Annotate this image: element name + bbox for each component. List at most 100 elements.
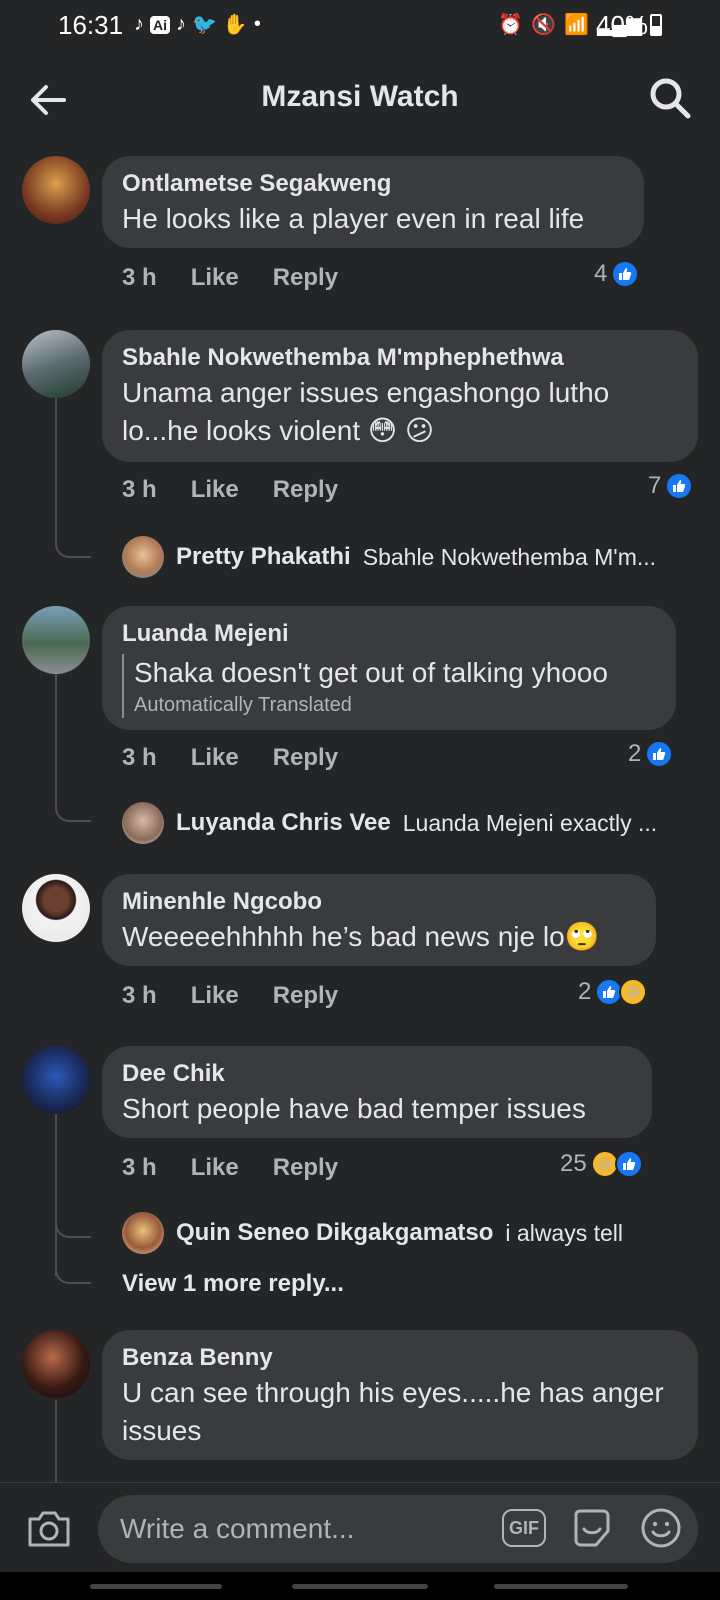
reply-text: Sbahle Nokwethemba M'm... — [362, 543, 657, 570]
comment-bubble[interactable]: Luanda Mejeni Shaka doesn't get out of t… — [102, 606, 676, 730]
more-dot-icon: • — [253, 13, 261, 35]
comment-time[interactable]: 3 h — [122, 476, 157, 504]
reactions-summary[interactable]: 25 😆 — [560, 1150, 643, 1178]
comment-text: U can see through his eyes.....he has an… — [122, 1377, 664, 1446]
avatar[interactable] — [22, 156, 90, 224]
haha-reaction-icon: 😆 — [619, 978, 648, 1006]
reply-avatar — [122, 536, 164, 578]
nav-home-button[interactable] — [292, 1584, 428, 1589]
like-reaction-icon — [665, 472, 694, 500]
comment-author[interactable]: Ontlametse Segakweng — [122, 170, 624, 198]
like-reaction-icon — [645, 740, 674, 768]
comment-author[interactable]: Minenhle Ngcobo — [122, 888, 636, 916]
translated-block: Shaka doesn't get out of talking yhooo A… — [122, 654, 656, 718]
reply-preview[interactable]: Pretty Phakathi Sbahle Nokwethemba M'm..… — [122, 536, 656, 578]
comment-time[interactable]: 3 h — [122, 1154, 157, 1182]
thread-elbow — [55, 794, 91, 822]
translated-label[interactable]: Automatically Translated — [134, 692, 656, 718]
like-button[interactable]: Like — [191, 264, 239, 292]
reactions-summary[interactable]: 7 — [648, 472, 694, 500]
like-reaction-icon — [611, 260, 640, 288]
reply-text: i always tell — [505, 1219, 624, 1246]
search-icon[interactable] — [648, 76, 692, 120]
comment-actions: 3 h Like Reply — [122, 1154, 338, 1182]
mute-icon: 🔇 — [531, 14, 557, 36]
comment-bubble[interactable]: Benza Benny U can see through his eyes..… — [102, 1330, 698, 1460]
thread-elbow — [55, 530, 91, 558]
like-button[interactable]: Like — [191, 1154, 239, 1182]
reply-preview[interactable]: Quin Seneo Dikgakgamatso i always tell — [122, 1212, 623, 1254]
like-button[interactable]: Like — [191, 744, 239, 772]
reply-button[interactable]: Reply — [273, 264, 338, 292]
reply-author: Quin Seneo Dikgakgamatso — [176, 1219, 494, 1246]
reply-button[interactable]: Reply — [273, 744, 338, 772]
reply-avatar — [122, 802, 164, 844]
status-bar: 16:31 ♪ Ai ♪ 🐦 ✋ • ⏰ 🔇 📶 ▂▄▆ 40% — [0, 0, 720, 52]
comment-actions: 3 h Like Reply — [122, 476, 338, 504]
reply-text: Luanda Mejeni exactly ... — [402, 809, 658, 836]
comment-author[interactable]: Dee Chik — [122, 1060, 632, 1088]
battery-icon — [650, 14, 662, 36]
reply-button[interactable]: Reply — [273, 476, 338, 504]
comment-bubble[interactable]: Sbahle Nokwethemba M'mphephethwa Unama a… — [102, 330, 698, 462]
reactions-summary[interactable]: 2 😆 — [578, 978, 648, 1006]
reply-author: Pretty Phakathi — [176, 543, 351, 570]
comment-text: Shaka doesn't get out of talking yhooo — [134, 657, 608, 688]
reply-preview[interactable]: Luyanda Chris Vee Luanda Mejeni exactly … — [122, 802, 657, 844]
nav-back-button[interactable] — [494, 1584, 628, 1589]
reply-button[interactable]: Reply — [273, 982, 338, 1010]
comment-text: Weeeeehhhhh he’s bad news nje lo🙄 — [122, 921, 600, 952]
thread-elbow — [55, 1256, 91, 1284]
comment-bubble[interactable]: Minenhle Ngcobo Weeeeehhhhh he’s bad new… — [102, 874, 656, 966]
comment-text: Short people have bad temper issues — [122, 1093, 586, 1124]
top-app-bar: Mzansi Watch — [0, 52, 720, 144]
comment-time[interactable]: 3 h — [122, 744, 157, 772]
sticker-icon[interactable] — [570, 1507, 614, 1549]
comment-bubble[interactable]: Dee Chik Short people have bad temper is… — [102, 1046, 652, 1138]
comment-bubble[interactable]: Ontlametse Segakweng He looks like a pla… — [102, 156, 644, 248]
like-reaction-icon — [614, 1150, 643, 1178]
camera-icon[interactable] — [26, 1507, 72, 1549]
status-time: 16:31 — [58, 10, 124, 40]
nav-recents-button[interactable] — [90, 1584, 222, 1589]
page-title: Mzansi Watch — [261, 80, 459, 113]
comment-author[interactable]: Benza Benny — [122, 1344, 678, 1372]
thread-elbow — [55, 1210, 91, 1238]
reply-author: Luyanda Chris Vee — [176, 809, 391, 836]
comment-composer: GIF — [0, 1482, 720, 1572]
avatar[interactable] — [22, 1046, 90, 1114]
comment-time[interactable]: 3 h — [122, 264, 157, 292]
wifi-icon: 📶 — [564, 14, 590, 36]
gif-icon[interactable]: GIF — [502, 1509, 546, 1547]
like-button[interactable]: Like — [191, 982, 239, 1010]
reaction-count: 7 — [648, 472, 662, 499]
avatar[interactable] — [22, 330, 90, 398]
battery-percent: 40% — [596, 10, 649, 40]
reaction-count: 4 — [594, 260, 608, 287]
comment-time[interactable]: 3 h — [122, 982, 157, 1010]
emoji-icon[interactable] — [640, 1507, 682, 1549]
reactions-summary[interactable]: 2 — [628, 740, 674, 768]
comment-author[interactable]: Sbahle Nokwethemba M'mphephethwa — [122, 344, 678, 372]
thread-line — [55, 668, 57, 802]
reactions-summary[interactable]: 4 — [594, 260, 640, 288]
hand-icon: ✋ — [222, 14, 248, 36]
comment-actions: 3 h Like Reply — [122, 744, 338, 772]
comment-text: Unama anger issues engashongo lutho lo..… — [122, 377, 610, 446]
reply-avatar — [122, 1212, 164, 1254]
comment-author[interactable]: Luanda Mejeni — [122, 620, 656, 648]
comment-actions: 3 h Like Reply — [122, 982, 338, 1010]
avatar[interactable] — [22, 606, 90, 674]
thread-line — [55, 1112, 57, 1276]
reaction-count: 2 — [578, 978, 592, 1005]
avatar[interactable] — [22, 1330, 90, 1398]
twitter-icon: 🐦 — [192, 14, 217, 36]
thread-line — [55, 1400, 57, 1482]
alarm-icon: ⏰ — [498, 14, 524, 36]
view-more-replies-link[interactable]: View 1 more reply... — [122, 1270, 344, 1298]
reaction-count: 25 — [560, 1150, 587, 1177]
reply-button[interactable]: Reply — [273, 1154, 338, 1182]
like-button[interactable]: Like — [191, 476, 239, 504]
tiktok-icon: ♪ — [176, 13, 186, 35]
avatar[interactable] — [22, 874, 90, 942]
